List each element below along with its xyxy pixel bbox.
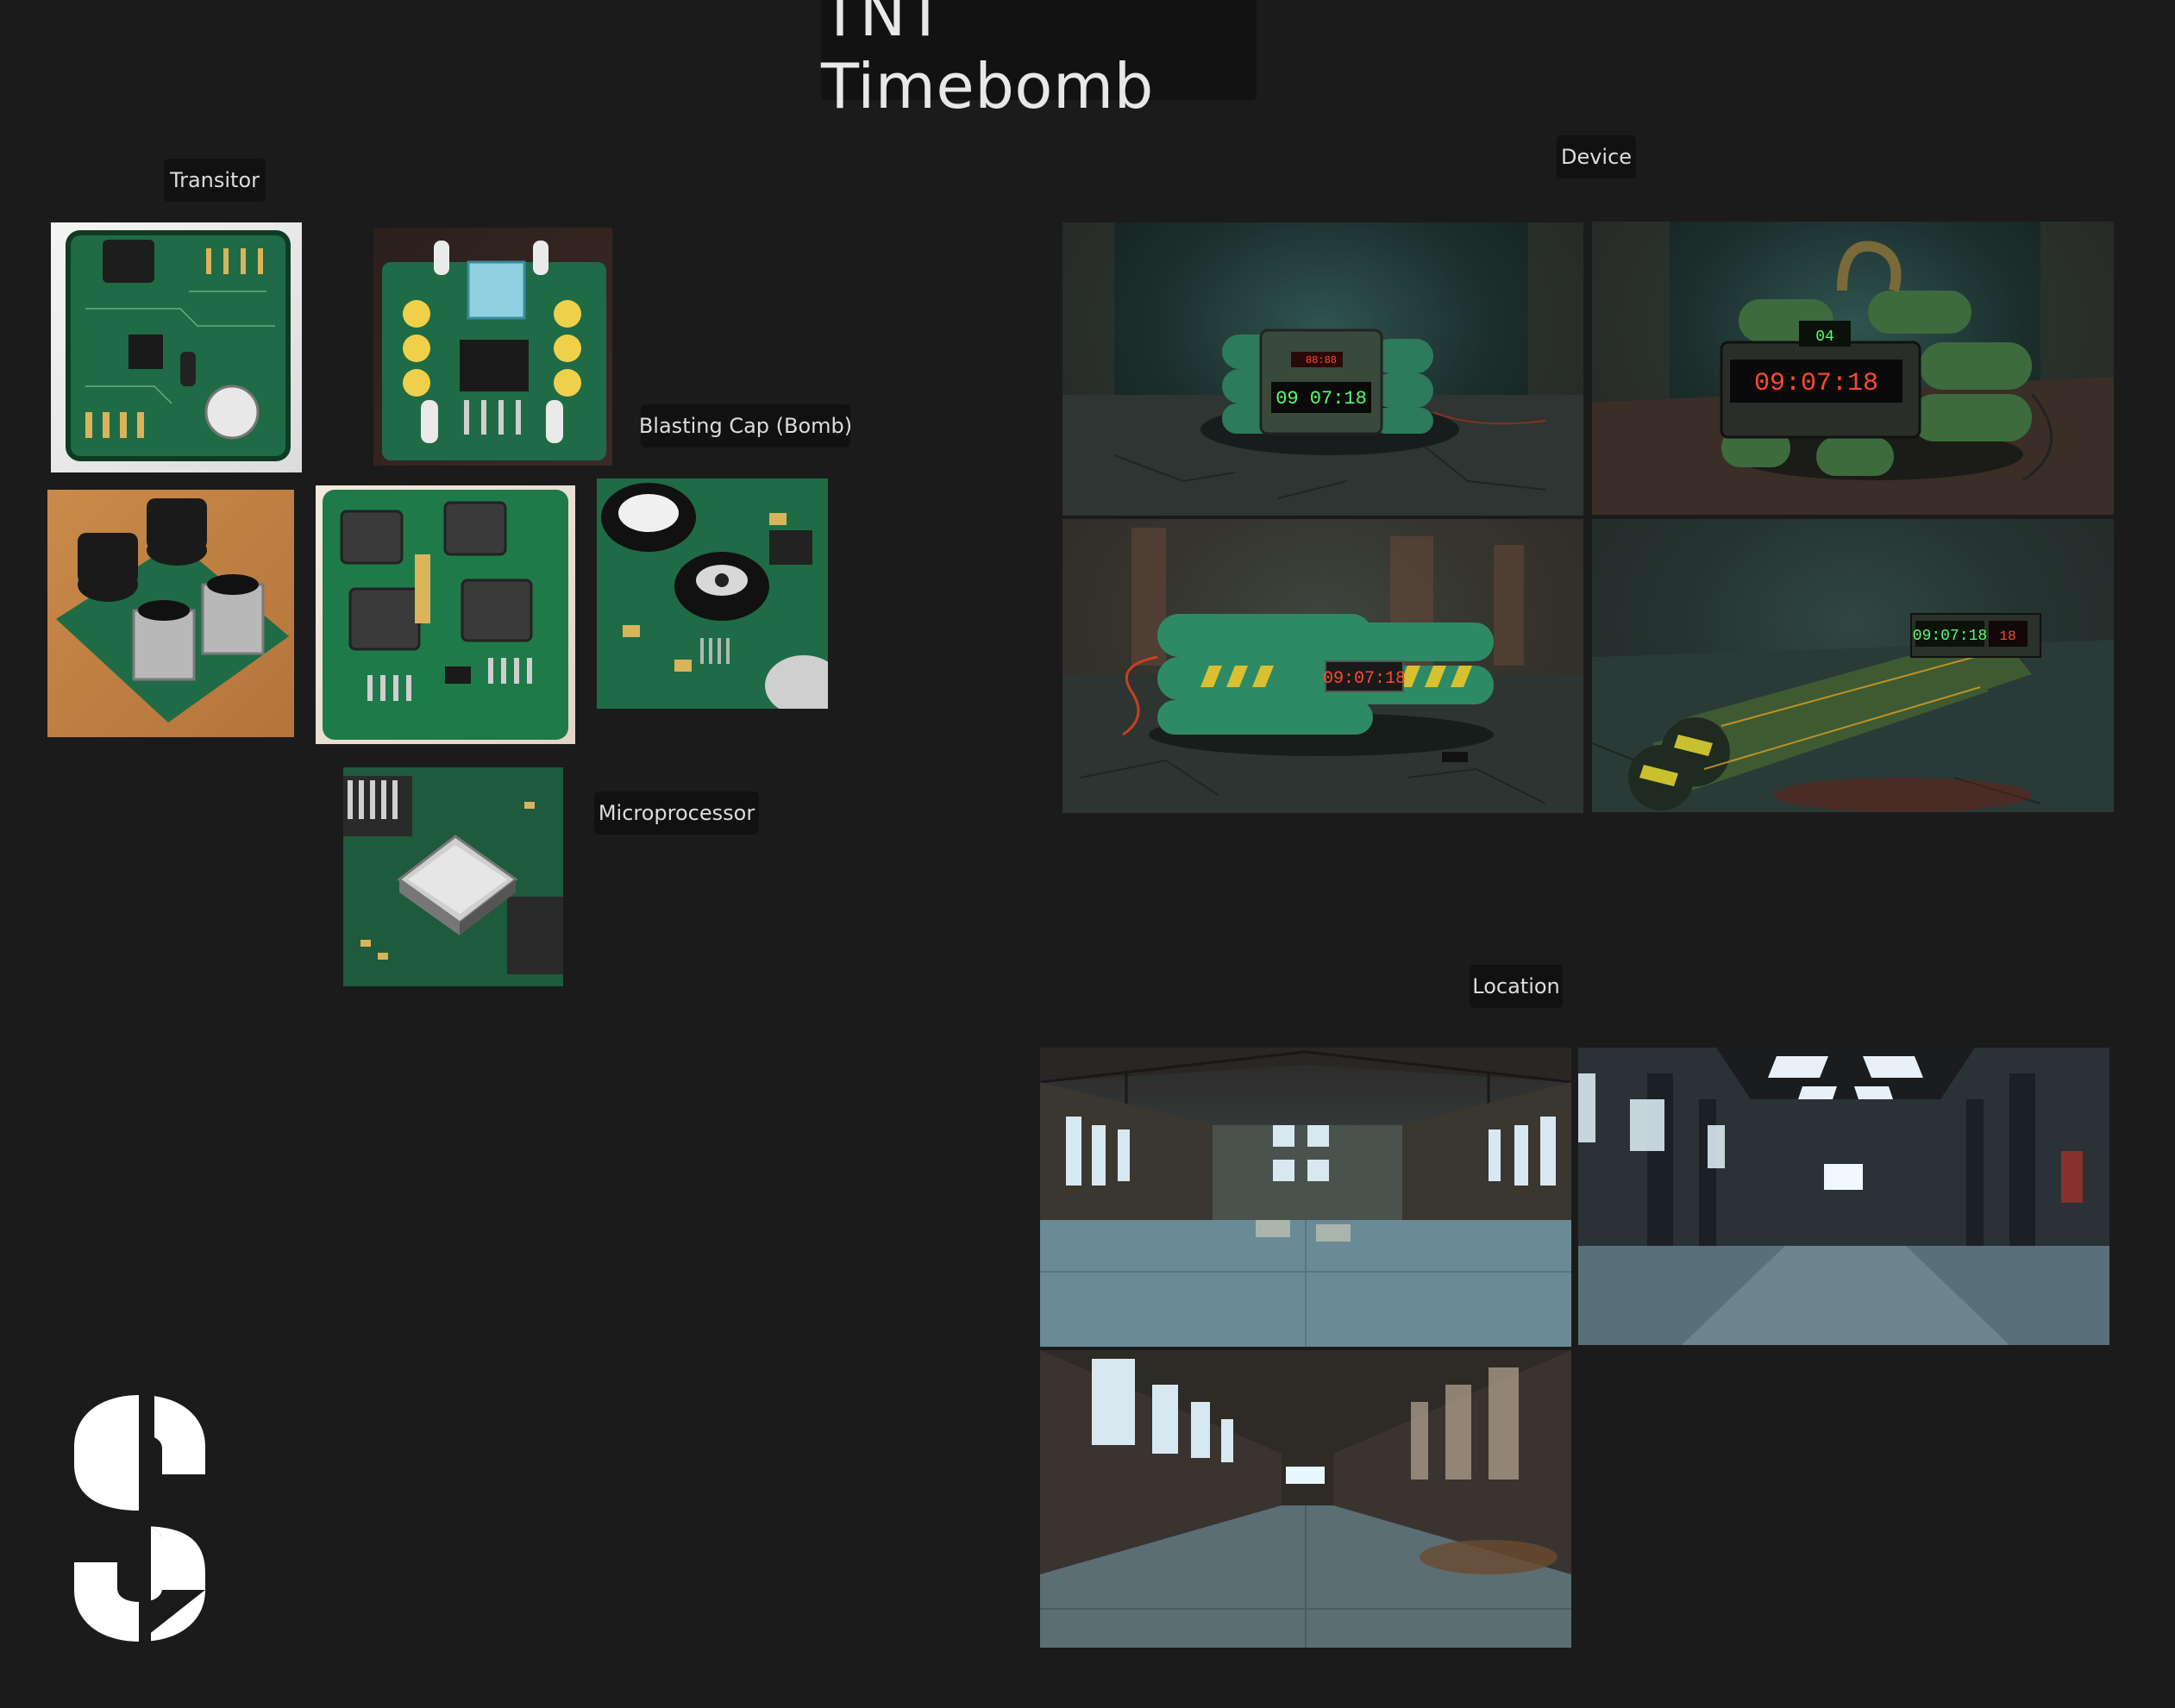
svg-text:09:07:18: 09:07:18 bbox=[1754, 369, 1878, 398]
pcb-image-5[interactable] bbox=[597, 479, 828, 709]
label-transitor: Transitor bbox=[164, 159, 266, 202]
svg-text:04: 04 bbox=[1815, 328, 1834, 346]
location-image-1[interactable] bbox=[1040, 1048, 1571, 1347]
svg-text:18: 18 bbox=[1999, 629, 2015, 644]
microprocessor-image[interactable] bbox=[343, 767, 563, 986]
label-location: Location bbox=[1470, 965, 1563, 1008]
pcb-image-3[interactable] bbox=[47, 490, 294, 737]
svg-text:09 07:18: 09 07:18 bbox=[1276, 388, 1367, 410]
stencil-s-logo-icon bbox=[74, 1395, 205, 1642]
device-image-4[interactable]: 09:07:18 18 bbox=[1592, 519, 2114, 812]
moodboard-canvas: TNT Timebomb Transitor Blasting Cap (Bom… bbox=[0, 0, 2175, 1708]
label-blasting-cap: Blasting Cap (Bomb) bbox=[639, 404, 852, 447]
device-image-3[interactable]: 09:07:18 bbox=[1062, 519, 1583, 813]
device-image-1[interactable]: 88:88 09 07:18 bbox=[1062, 222, 1583, 516]
pcb-image-2[interactable] bbox=[373, 228, 612, 466]
svg-text:09:07:18: 09:07:18 bbox=[1913, 628, 1987, 645]
label-microprocessor: Microprocessor bbox=[594, 791, 759, 835]
svg-text:09:07:18: 09:07:18 bbox=[1323, 669, 1406, 689]
device-image-2[interactable]: 04 09:07:18 bbox=[1592, 222, 2114, 515]
label-device: Device bbox=[1557, 135, 1636, 178]
location-image-2[interactable] bbox=[1578, 1048, 2109, 1345]
location-image-3[interactable] bbox=[1040, 1350, 1571, 1648]
svg-text:88:88: 88:88 bbox=[1306, 354, 1337, 366]
board-title: TNT Timebomb bbox=[821, 0, 1257, 122]
pcb-image-1[interactable] bbox=[51, 222, 302, 472]
pcb-image-4[interactable] bbox=[316, 485, 575, 744]
